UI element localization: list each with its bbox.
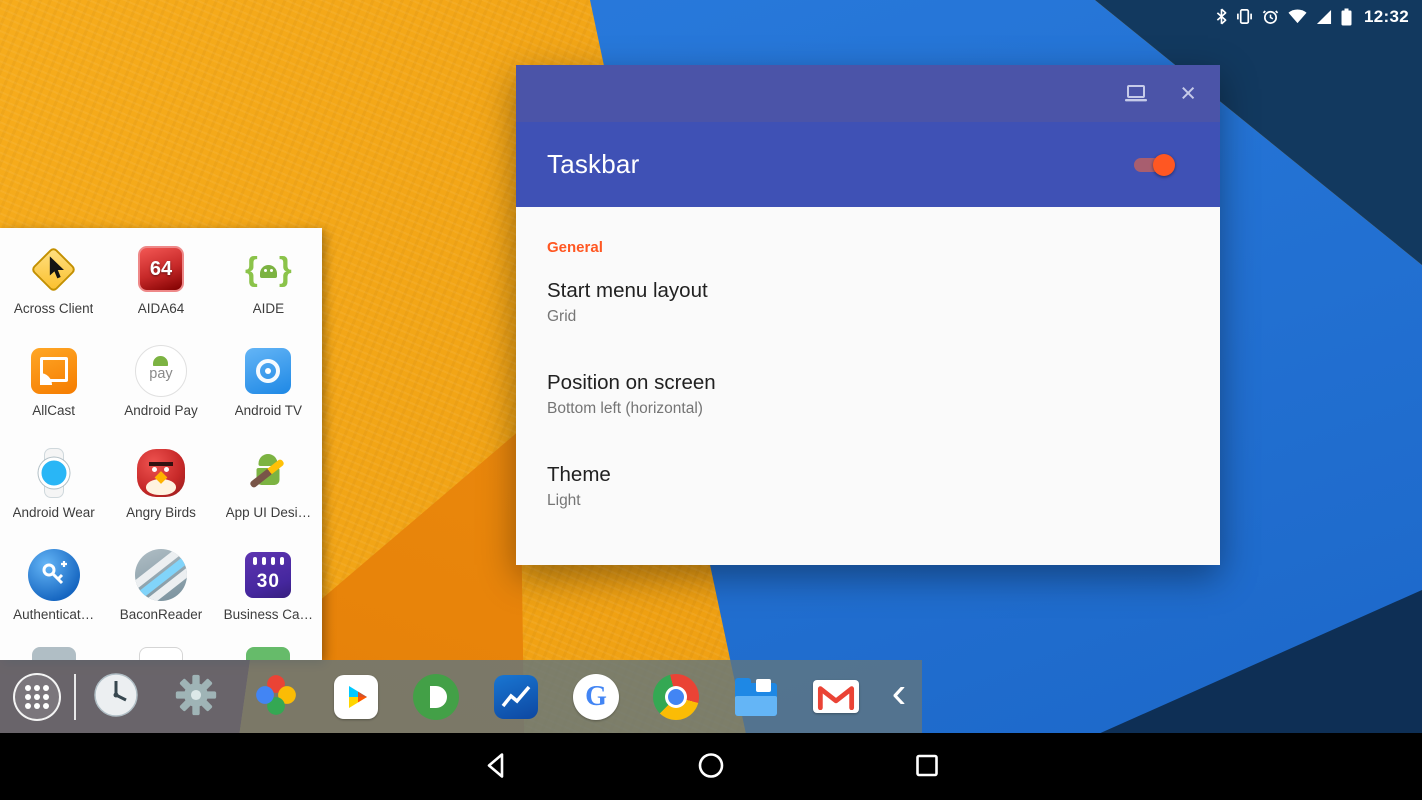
app-aide[interactable]: {} AIDE [215, 234, 322, 336]
google-app-button[interactable]: G [556, 660, 636, 733]
chrome-icon [653, 674, 699, 720]
file-manager-app-button[interactable] [716, 660, 796, 733]
app-angry-birds[interactable]: Angry Birds [107, 438, 214, 540]
all-apps-button[interactable] [0, 660, 74, 733]
file-manager-icon [735, 683, 777, 716]
app-android-pay[interactable]: pay Android Pay [107, 336, 214, 438]
wifi-icon [1288, 9, 1307, 24]
app-label: Business Ca… [224, 607, 313, 622]
setting-title: Start menu layout [547, 277, 1220, 304]
setting-start-menu-layout[interactable]: Start menu layout Grid [547, 277, 1220, 328]
section-header-general: General [547, 239, 1220, 256]
app-label: Android TV [235, 403, 302, 418]
screen: 12:32 × Taskbar General Start menu layou… [0, 0, 1422, 800]
signal-icon [1316, 9, 1332, 25]
gmail-icon [813, 680, 859, 713]
partial-app-icon[interactable] [0, 647, 107, 660]
pushbullet-app-button[interactable] [396, 660, 476, 733]
app-authenticator[interactable]: Authenticat… [0, 540, 107, 642]
key-circle-icon [27, 548, 81, 602]
alarm-icon [1262, 8, 1279, 25]
photos-app-button[interactable] [236, 660, 316, 733]
google-g-icon: G [573, 674, 619, 720]
page-title: Taskbar [547, 149, 639, 180]
start-menu: Across Client 64 AIDA64 {} AIDE AllCast [0, 228, 322, 660]
settings-list: General Start menu layout Grid Position … [516, 207, 1220, 565]
apps-grid-icon [13, 673, 61, 721]
status-bar: 12:32 [0, 0, 1422, 33]
app-across-client[interactable]: Across Client [0, 234, 107, 336]
gmail-app-button[interactable] [796, 660, 876, 733]
pay-circle-icon: pay [134, 344, 188, 398]
back-button[interactable] [482, 750, 512, 783]
road-sign-cursor-icon [27, 242, 81, 296]
app-label: Authenticat… [13, 607, 94, 622]
app-business-calendar[interactable]: 30 Business Ca… [215, 540, 322, 642]
navigation-bar [0, 733, 1422, 800]
taskbar-settings-window: × Taskbar General Start menu layout Grid… [516, 65, 1220, 565]
settings-app-button[interactable] [156, 660, 236, 733]
chevron-left-icon: ‹ [892, 671, 907, 715]
chrome-app-button[interactable] [636, 660, 716, 733]
setting-value: Light [547, 490, 1220, 512]
chart-app-button[interactable] [476, 660, 556, 733]
recents-button[interactable] [912, 750, 942, 783]
app-android-tv[interactable]: Android TV [215, 336, 322, 438]
setting-title: Theme [547, 461, 1220, 488]
play-store-icon [334, 675, 378, 719]
red-bird-icon [134, 446, 188, 500]
chart-app-icon [494, 675, 538, 719]
battery-icon [1341, 8, 1352, 26]
watch-icon [27, 446, 81, 500]
setting-value: Grid [547, 306, 1220, 328]
red-square-icon: 64 [134, 242, 188, 296]
app-allcast[interactable]: AllCast [0, 336, 107, 438]
app-label: Android Pay [124, 403, 198, 418]
maximize-button[interactable] [1124, 84, 1148, 103]
app-label: Across Client [14, 301, 94, 316]
clock-icon [93, 672, 139, 721]
android-braces-icon: {} [241, 242, 295, 296]
pushbullet-icon [413, 674, 459, 720]
app-label: AllCast [32, 403, 75, 418]
setting-title: Position on screen [547, 369, 1220, 396]
vibrate-icon [1236, 8, 1253, 25]
setting-position-on-screen[interactable]: Position on screen Bottom left (horizont… [547, 369, 1220, 420]
setting-theme[interactable]: Theme Light [547, 461, 1220, 512]
window-header: Taskbar [516, 122, 1220, 207]
app-label: App UI Desi… [226, 505, 312, 520]
close-button[interactable]: × [1180, 80, 1196, 107]
app-label: Angry Birds [126, 505, 196, 520]
partial-app-icon[interactable] [214, 647, 321, 660]
blue-tv-icon [241, 344, 295, 398]
app-label: AIDA64 [138, 301, 185, 316]
app-label: Android Wear [13, 505, 95, 520]
home-button[interactable] [696, 750, 726, 783]
app-aida64[interactable]: 64 AIDA64 [107, 234, 214, 336]
partial-app-row [0, 647, 322, 660]
window-titlebar: × [516, 65, 1220, 122]
app-android-wear[interactable]: Android Wear [0, 438, 107, 540]
android-paintbrush-icon [241, 446, 295, 500]
taskbar: G ‹ [0, 660, 922, 733]
cast-screen-icon [27, 344, 81, 398]
app-app-ui-designer[interactable]: App UI Desi… [215, 438, 322, 540]
settings-gear-icon [174, 673, 218, 720]
calendar-icon: 30 [241, 548, 295, 602]
clock-time: 12:32 [1364, 7, 1409, 27]
play-store-app-button[interactable] [316, 660, 396, 733]
app-label: AIDE [253, 301, 285, 316]
collapse-taskbar-button[interactable]: ‹ [876, 660, 922, 733]
setting-value: Bottom left (horizontal) [547, 398, 1220, 420]
app-grid: Across Client 64 AIDA64 {} AIDE AllCast [0, 228, 322, 642]
app-label: BaconReader [120, 607, 203, 622]
photos-pinwheel-icon [253, 672, 299, 721]
bluetooth-icon [1216, 8, 1227, 25]
toggle-thumb [1153, 154, 1175, 176]
bacon-circle-icon [134, 548, 188, 602]
clock-app-button[interactable] [76, 660, 156, 733]
app-baconreader[interactable]: BaconReader [107, 540, 214, 642]
taskbar-enabled-toggle[interactable] [1134, 158, 1172, 172]
partial-app-icon[interactable] [107, 647, 214, 660]
